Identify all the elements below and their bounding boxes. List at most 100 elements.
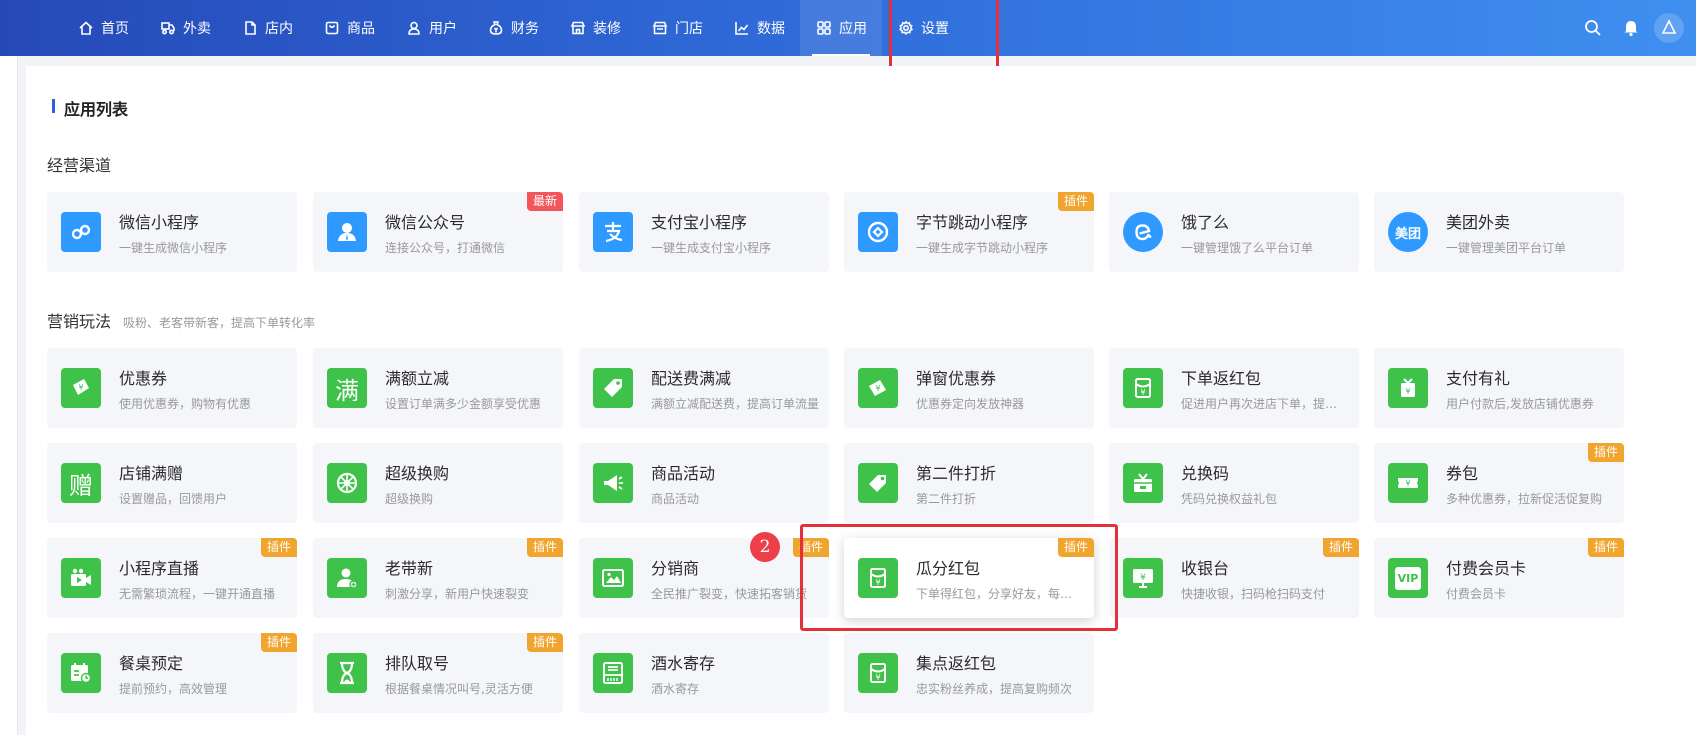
app-card-meituan[interactable]: 美团 美团外卖 一键管理美团平台订单 bbox=[1374, 192, 1624, 272]
nav-item-user[interactable]: 用户 bbox=[390, 0, 472, 56]
section-title-marketing: 营销玩法 吸粉、老客带新客，提高下单转化率 bbox=[47, 308, 315, 332]
nav-label: 用户 bbox=[429, 21, 457, 37]
app-card-cashier[interactable]: ¥ 收银台 快捷收银，扫码枪扫码支付 插件 bbox=[1109, 538, 1359, 618]
app-name: 超级换购 bbox=[385, 464, 450, 483]
app-card-coupon[interactable]: ¥ 优惠券 使用优惠券，购物有优惠 bbox=[47, 348, 297, 428]
app-name: 餐桌预定 bbox=[119, 654, 184, 673]
eleme-icon bbox=[1123, 212, 1163, 252]
nav-item-product[interactable]: 商品 bbox=[308, 0, 390, 56]
app-name: 下单返红包 bbox=[1181, 369, 1262, 388]
nav-item-data[interactable]: 数据 bbox=[718, 0, 800, 56]
app-desc: 下单得红包，分享好友，每人都有红包 bbox=[916, 587, 1084, 601]
super-exchange-icon bbox=[327, 463, 367, 503]
app-desc: 全民推广裂变，快速拓客销货 bbox=[651, 587, 808, 601]
cashier-icon: ¥ bbox=[1123, 558, 1163, 598]
app-card-delivery-fee-reduction[interactable]: 配送费满减 满额立减配送费，提高订单流量 bbox=[579, 348, 829, 428]
app-name: 小程序直播 bbox=[119, 559, 200, 578]
app-name: 微信小程序 bbox=[119, 213, 200, 232]
app-card-wechat-mini-program[interactable]: 微信小程序 一键生成微信小程序 bbox=[47, 192, 297, 272]
nav-label: 设置 bbox=[921, 21, 949, 37]
app-card-wechat-official-account[interactable]: 微信公众号 连接公众号，打通微信 最新 bbox=[313, 192, 563, 272]
app-desc: 一键生成支付宝小程序 bbox=[651, 241, 772, 255]
refer-user-icon bbox=[327, 558, 367, 598]
app-name: 分销商 bbox=[651, 559, 700, 578]
app-card-product-activity[interactable]: 商品活动 商品活动 bbox=[579, 443, 829, 523]
order-red-packet-icon: ¥ bbox=[1123, 368, 1163, 408]
popup-coupon-icon: ¥ bbox=[858, 368, 898, 408]
app-card-table-booking[interactable]: 餐桌预定 提前预约，高效管理 插件 bbox=[47, 633, 297, 713]
app-card-full-reduction[interactable]: 满 满额立减 设置订单满多少金额享受优惠 bbox=[313, 348, 563, 428]
nav-label: 商品 bbox=[347, 21, 375, 37]
app-card-distributor[interactable]: 分销商 全民推广裂变，快速拓客销货 插件 bbox=[579, 538, 829, 618]
app-name: 美团外卖 bbox=[1446, 213, 1511, 232]
avatar[interactable] bbox=[1654, 13, 1684, 43]
alipay-icon bbox=[593, 212, 633, 252]
nav-item-home[interactable]: 首页 bbox=[62, 0, 144, 56]
app-desc: 设置赠品，回馈用户 bbox=[119, 492, 228, 506]
app-card-pay-gift[interactable]: ¥ 支付有礼 用户付款后,发放店铺优惠券 bbox=[1374, 348, 1624, 428]
app-card-redeem-code[interactable]: 兑换码 凭码兑换权益礼包 bbox=[1109, 443, 1359, 523]
app-card-paid-member-card[interactable]: VIP 付费会员卡 付费会员卡 插件 bbox=[1374, 538, 1624, 618]
user-icon bbox=[405, 19, 423, 37]
app-card-mini-program-live[interactable]: 小程序直播 无需繁琐流程，一键开通直播 插件 bbox=[47, 538, 297, 618]
app-card-super-exchange[interactable]: 超级换购 超级换购 bbox=[313, 443, 563, 523]
app-card-coupon-pack[interactable]: ¥ 券包 多种优惠券，拉新促活促复购 插件 bbox=[1374, 443, 1624, 523]
app-name: 饿了么 bbox=[1181, 213, 1230, 232]
svg-text:¥: ¥ bbox=[875, 384, 880, 393]
plugin-badge: 插件 bbox=[1587, 538, 1624, 557]
app-card-eleme[interactable]: 饿了么 一键管理饿了么平台订单 bbox=[1109, 192, 1359, 272]
gear-icon bbox=[897, 19, 915, 37]
search-icon[interactable] bbox=[1574, 0, 1612, 56]
app-desc: 第二件打折 bbox=[916, 492, 977, 506]
distributor-image-icon bbox=[593, 558, 633, 598]
nav-label: 应用 bbox=[839, 21, 867, 37]
app-name: 券包 bbox=[1446, 464, 1479, 483]
svg-text:¥: ¥ bbox=[78, 383, 83, 392]
nav-item-dine-in[interactable]: 店内 bbox=[226, 0, 308, 56]
app-card-queue-number[interactable]: 排队取号 根据餐桌情况叫号,灵活方便 插件 bbox=[313, 633, 563, 713]
app-desc: 优惠券定向发放神器 bbox=[916, 397, 1025, 411]
app-name: 支付宝小程序 bbox=[651, 213, 748, 232]
app-card-popup-coupon[interactable]: ¥ 弹窗优惠券 优惠券定向发放神器 bbox=[844, 348, 1094, 428]
bell-icon[interactable] bbox=[1612, 0, 1650, 56]
nav-tools bbox=[1574, 0, 1696, 56]
megaphone-icon bbox=[593, 463, 633, 503]
app-desc: 用户付款后,发放店铺优惠券 bbox=[1446, 397, 1594, 411]
app-name: 商品活动 bbox=[651, 464, 716, 483]
pay-gift-icon: ¥ bbox=[1388, 368, 1428, 408]
nav-item-shop[interactable]: 门店 bbox=[636, 0, 718, 56]
vip-card-icon: VIP bbox=[1388, 558, 1428, 598]
nav-item-delivery[interactable]: 外卖 bbox=[144, 0, 226, 56]
app-card-second-item-discount[interactable]: 第二件打折 第二件打折 bbox=[844, 443, 1094, 523]
app-card-split-red-packet[interactable]: ¥ 瓜分红包 下单得红包，分享好友，每人都有红包 插件 bbox=[844, 538, 1094, 618]
app-desc: 超级换购 bbox=[385, 492, 434, 506]
nav-item-settings[interactable]: 设置 bbox=[882, 0, 964, 56]
app-card-store-gift[interactable]: 赠 店铺满赠 设置赠品，回馈用户 bbox=[47, 443, 297, 523]
svg-text:¥: ¥ bbox=[1140, 573, 1146, 583]
app-card-points-red-packet[interactable]: ¥ 集点返红包 忠实粉丝养成，提高复购频次 bbox=[844, 633, 1094, 713]
redeem-code-icon bbox=[1123, 463, 1163, 503]
svg-text:¥: ¥ bbox=[875, 673, 880, 682]
app-desc: 酒水寄存 bbox=[651, 682, 700, 696]
app-card-bytedance-mini-program[interactable]: 字节跳动小程序 一键生成字节跳动小程序 插件 bbox=[844, 192, 1094, 272]
product-icon bbox=[323, 19, 341, 37]
app-name: 瓜分红包 bbox=[916, 559, 981, 578]
app-name: 支付有礼 bbox=[1446, 369, 1511, 388]
storage-locker-icon bbox=[593, 653, 633, 693]
nav-item-decoration[interactable]: 装修 bbox=[554, 0, 636, 56]
app-card-refer-new[interactable]: 老带新 刺激分享，新用户快速裂变 插件 bbox=[313, 538, 563, 618]
new-badge: 最新 bbox=[526, 192, 563, 211]
nav-item-finance[interactable]: 财务 bbox=[472, 0, 554, 56]
app-card-drink-storage[interactable]: 酒水寄存 酒水寄存 bbox=[579, 633, 829, 713]
app-card-order-red-packet[interactable]: ¥ 下单返红包 促进用户再次进店下单，提升复购 bbox=[1109, 348, 1359, 428]
apps-icon bbox=[815, 19, 833, 37]
nav-label: 数据 bbox=[757, 21, 785, 37]
app-name: 集点返红包 bbox=[916, 654, 997, 673]
nav-item-apps[interactable]: 应用 bbox=[800, 0, 882, 56]
app-name: 排队取号 bbox=[385, 654, 450, 673]
hourglass-icon bbox=[327, 653, 367, 693]
top-navigation-bar: 首页 外卖 店内 商品 用户 财务 装修 门店 数据 应用 设置 bbox=[0, 0, 1696, 56]
left-sidebar-edge bbox=[0, 56, 18, 735]
plugin-badge: 插件 bbox=[260, 538, 297, 557]
app-card-alipay-mini-program[interactable]: 支付宝小程序 一键生成支付宝小程序 bbox=[579, 192, 829, 272]
